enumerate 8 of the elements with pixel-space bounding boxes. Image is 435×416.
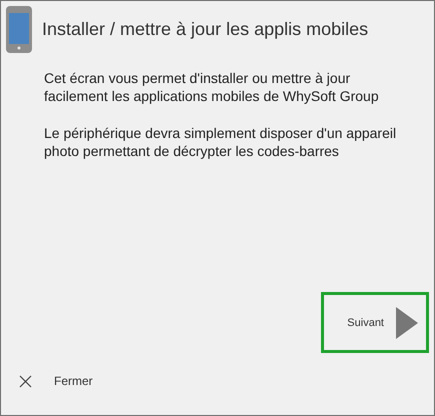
phone-icon [6,6,32,52]
close-icon [19,374,32,388]
dialog-title: Installer / mettre à jour les applis mobiles [42,18,368,40]
description-text: Le périphérique devra simplement disposer d'un appareil photo permettant de décrypter les codes-barres [44,124,398,160]
next-button[interactable]: Suivant [321,292,429,353]
close-button[interactable]: Fermer [19,374,93,388]
description-text: Cet écran vous permet d'installer ou mettre à jour facilement les applications mobiles de WhySoft Group [44,69,380,105]
play-icon [396,306,418,338]
